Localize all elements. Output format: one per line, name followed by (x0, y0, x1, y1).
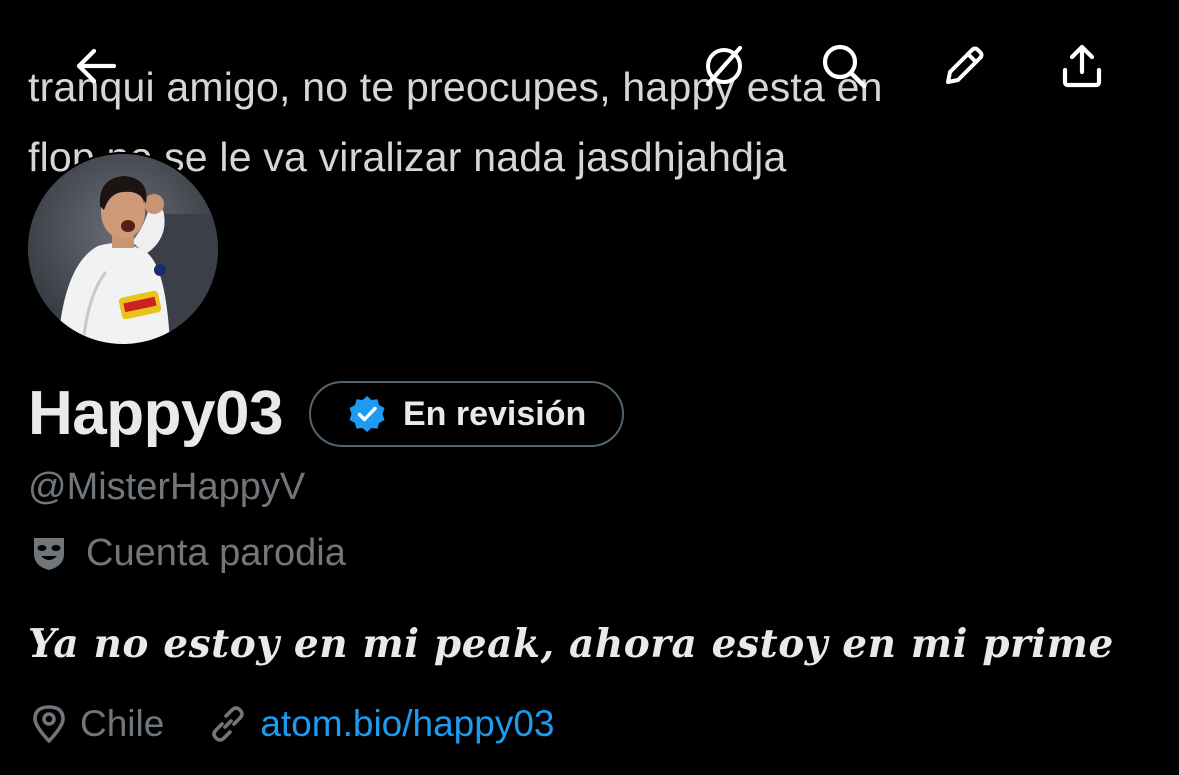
website-link[interactable]: atom.bio/happy03 (260, 703, 554, 745)
profile-bio: Ya no estoy en mi peak, ahora estoy en m… (28, 621, 1114, 667)
profile-avatar[interactable] (26, 152, 220, 346)
pencil-icon (946, 46, 984, 84)
name-row: Happy03 En revisión (28, 378, 625, 450)
location-pin-icon (33, 705, 65, 743)
search-button[interactable] (814, 36, 874, 96)
edit-button[interactable] (934, 36, 994, 96)
location-text: Chile (80, 703, 165, 744)
website-item[interactable]: atom.bio/happy03 (208, 703, 555, 745)
grok-button[interactable] (694, 36, 754, 96)
grok-icon (705, 45, 743, 87)
profile-meta-row: Chile atom.bio/happy03 (30, 698, 599, 750)
link-icon (212, 706, 245, 742)
review-badge-label: En revisión (402, 394, 587, 433)
back-arrow-icon (76, 48, 117, 84)
user-handle: @MisterHappyV (28, 466, 306, 508)
parody-label-text: Cuenta parodia (86, 531, 346, 574)
share-button[interactable] (1052, 36, 1112, 96)
avatar-photo (28, 154, 218, 344)
share-icon (1062, 44, 1102, 88)
verified-badge-icon (349, 396, 385, 432)
verification-review-badge[interactable]: En revisión (308, 381, 625, 447)
back-button[interactable] (66, 36, 126, 96)
mask-icon (34, 538, 64, 570)
location-item: Chile (30, 703, 164, 745)
display-name: Happy03 (28, 379, 283, 448)
parody-account-label: Cuenta parodia (30, 528, 346, 578)
search-icon (822, 44, 867, 89)
